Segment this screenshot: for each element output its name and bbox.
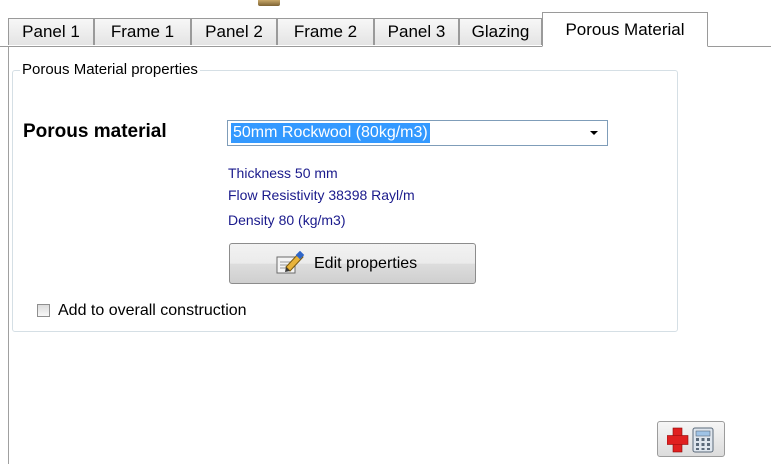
tab-frame-1[interactable]: Frame 1	[94, 18, 191, 45]
tab-panel-3[interactable]: Panel 3	[374, 18, 459, 45]
tab-bar: Panel 1 Frame 1 Panel 2 Frame 2 Panel 3 …	[0, 12, 771, 47]
edit-properties-label: Edit properties	[314, 255, 418, 272]
porous-material-label: Porous material	[23, 121, 167, 142]
flow-resistivity-value: Flow Resistivity 38398 Rayl/m	[228, 187, 415, 203]
edit-properties-icon	[275, 250, 305, 275]
partial-toolbar-icon	[258, 0, 280, 6]
tab-panel-2[interactable]: Panel 2	[191, 18, 277, 45]
tab-porous-material[interactable]: Porous Material	[542, 12, 708, 47]
add-to-construction-label[interactable]: Add to overall construction	[58, 302, 247, 320]
tab-frame-2[interactable]: Frame 2	[277, 18, 374, 45]
add-calculator-icon	[666, 427, 717, 453]
panel-border	[8, 47, 9, 464]
thickness-value: Thickness 50 mm	[228, 165, 338, 181]
add-calculation-button[interactable]	[657, 421, 725, 457]
add-to-construction-checkbox[interactable]	[37, 304, 50, 317]
density-value: Density 80 (kg/m3)	[228, 212, 346, 228]
dropdown-arrow-icon[interactable]	[590, 131, 598, 135]
porous-material-selected-value: 50mm Rockwool (80kg/m3)	[231, 123, 430, 143]
porous-material-select[interactable]: 50mm Rockwool (80kg/m3)	[227, 120, 608, 146]
tab-glazing[interactable]: Glazing	[459, 18, 542, 45]
tab-panel-1[interactable]: Panel 1	[8, 18, 94, 45]
group-title: Porous Material properties	[20, 61, 200, 78]
edit-properties-button[interactable]: Edit properties	[229, 243, 476, 284]
